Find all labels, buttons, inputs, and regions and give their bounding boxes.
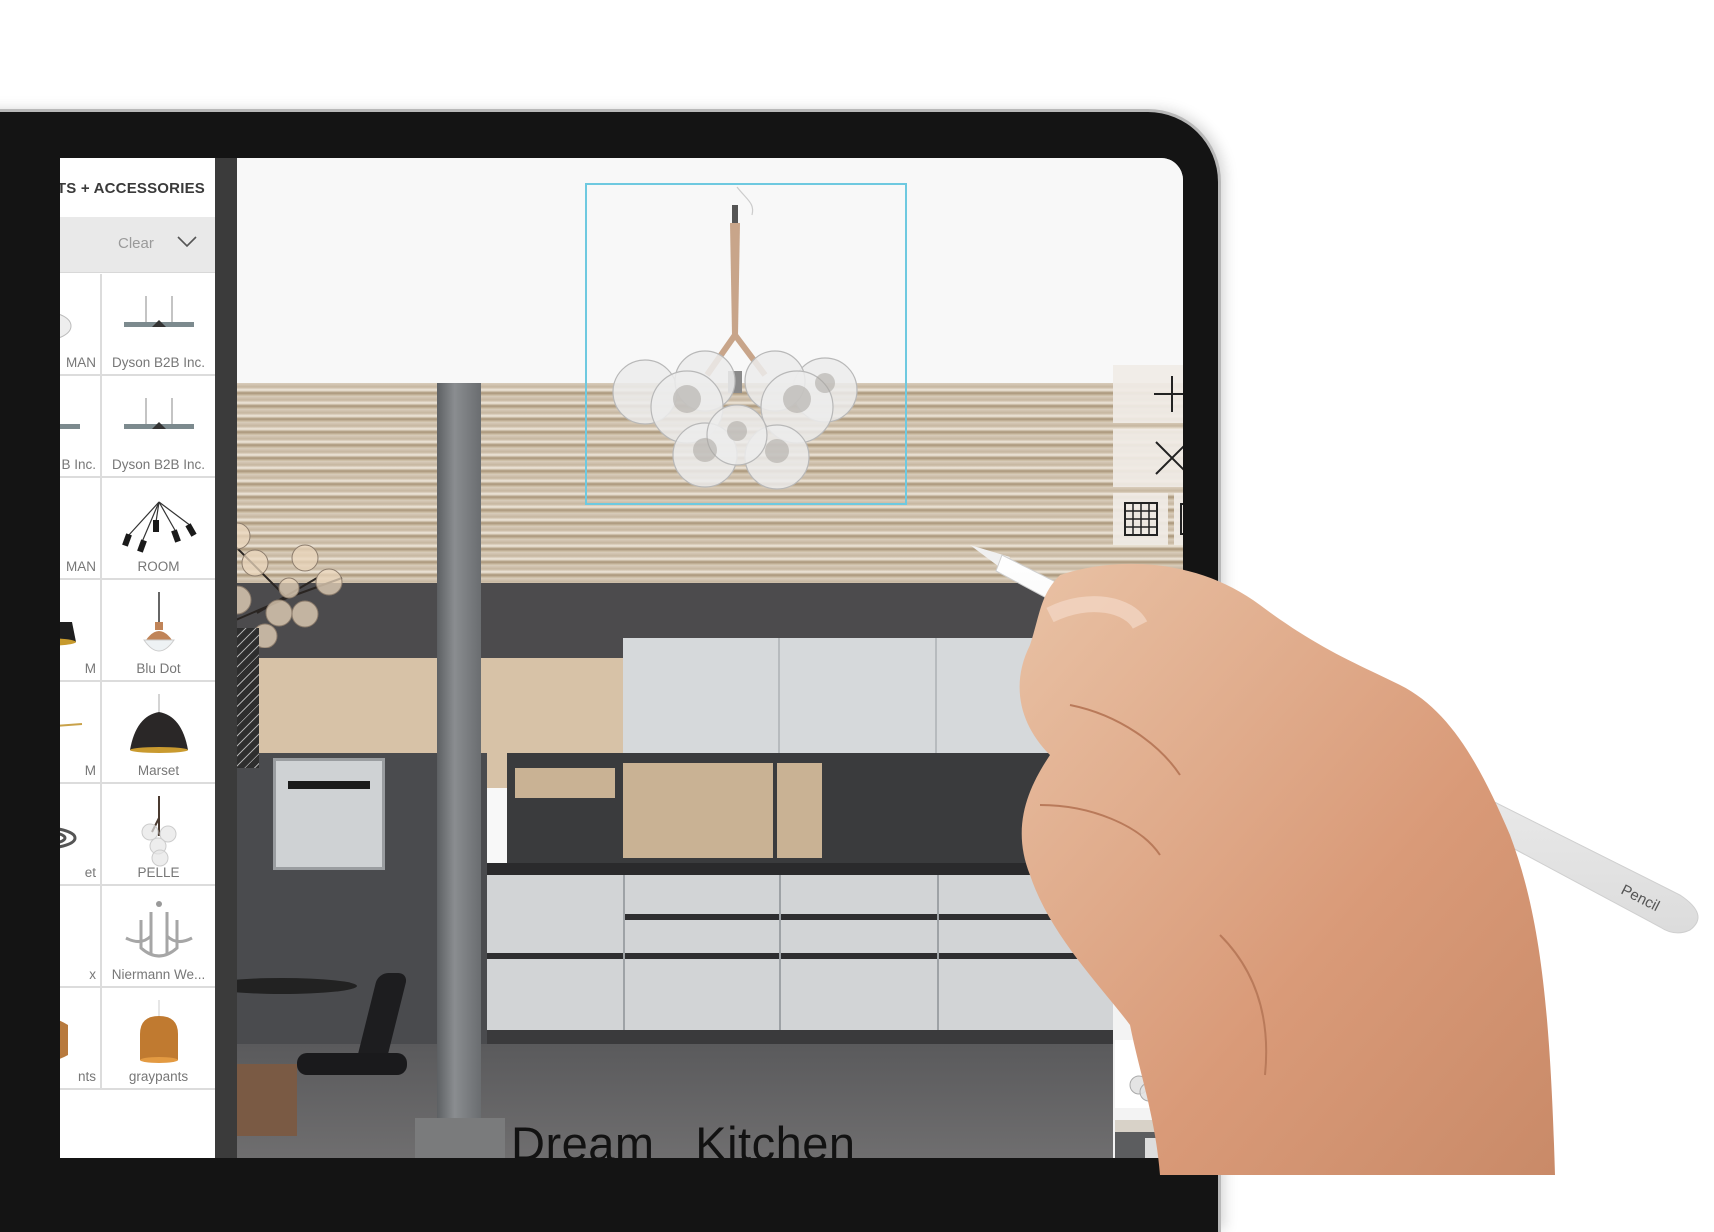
- product-thumbnail: [60, 490, 88, 562]
- product-thumbnail: [60, 424, 80, 429]
- concrete-pillar: [437, 383, 481, 1158]
- plus-icon: [1153, 376, 1183, 412]
- product-thumbnail: [123, 296, 194, 327]
- cabinet-seam: [779, 875, 781, 1030]
- product-thumbnail: [60, 898, 88, 970]
- product-card[interactable]: M: [60, 682, 102, 784]
- product-brand-label: x: [89, 967, 96, 982]
- product-sidebar: HTS + ACCESSORIES Clear MAN Dyson B2B Inc…: [60, 158, 215, 1158]
- product-brand-label: nts: [77, 1069, 96, 1084]
- product-card[interactable]: M: [60, 580, 102, 682]
- upper-cabinet: [780, 638, 937, 753]
- product-brand-label: et: [84, 865, 96, 880]
- product-thumbnail: [142, 592, 175, 652]
- oven: [273, 758, 385, 870]
- product-brand-label: B Inc.: [61, 457, 96, 472]
- product-brand-label: graypants: [128, 1069, 189, 1084]
- chair-seat: [297, 1053, 407, 1075]
- add-item-button[interactable]: [1113, 365, 1183, 423]
- add-background-image-button[interactable]: [1174, 493, 1183, 545]
- leather-pouf: [237, 1064, 297, 1136]
- app-screen: HTS + ACCESSORIES Clear MAN Dyson B2B Inc…: [60, 158, 1183, 1158]
- sidebar-divider: [215, 158, 237, 1158]
- drawer-gap: [623, 914, 1183, 920]
- board-title[interactable]: Dream Kitchen: [511, 1116, 856, 1158]
- board-title-word: Dream: [511, 1117, 655, 1158]
- board-title-word: Kitchen: [695, 1117, 856, 1158]
- grid-toggle-button[interactable]: [1113, 493, 1168, 545]
- shelf-compartment: [623, 763, 773, 858]
- pencil-brand-label: Pencil: [1618, 881, 1662, 915]
- product-brand-label: M: [84, 763, 96, 778]
- category-title: HTS + ACCESSORIES: [60, 180, 205, 197]
- product-card[interactable]: Dyson B2B Inc.: [102, 274, 215, 376]
- product-brand-label: Blu Dot: [136, 661, 181, 676]
- product-thumbnail: [60, 1020, 68, 1059]
- shelf-compartment: [777, 763, 822, 858]
- product-thumbnail: [124, 901, 193, 958]
- design-canvas[interactable]: Dream Kitchen: [237, 158, 1183, 1158]
- image-icon: [1180, 503, 1183, 535]
- product-card[interactable]: nts: [60, 988, 102, 1090]
- product-brand-label: Marset: [137, 763, 180, 778]
- layer-thumbnail: [1129, 1045, 1179, 1102]
- product-thumbnail: [123, 398, 194, 429]
- product-thumbnail: [60, 314, 72, 338]
- product-card[interactable]: Marset: [102, 682, 215, 784]
- selected-item-bounding-box[interactable]: [585, 183, 907, 505]
- product-thumbnail: [129, 694, 188, 753]
- product-card[interactable]: Dyson B2B Inc.: [102, 376, 215, 478]
- product-brand-label: Dyson B2B Inc.: [111, 355, 206, 370]
- product-card[interactable]: B Inc.: [60, 376, 102, 478]
- product-card[interactable]: MAN: [60, 274, 102, 376]
- product-card[interactable]: Blu Dot: [102, 580, 215, 682]
- product-card[interactable]: Niermann We...: [102, 886, 215, 988]
- layer-item-background[interactable]: [1115, 1120, 1183, 1158]
- bubble-chandelier-image[interactable]: [587, 185, 905, 503]
- product-brand-label: MAN: [66, 559, 96, 574]
- clear-filter-button[interactable]: Clear: [118, 235, 154, 252]
- product-thumbnail: [60, 827, 77, 849]
- grid-icon: [1123, 502, 1158, 536]
- countertop: [487, 863, 1183, 875]
- sidebar-header: HTS + ACCESSORIES: [60, 158, 215, 216]
- product-card[interactable]: x: [60, 886, 102, 988]
- product-brand-label: ROOM: [137, 559, 180, 574]
- cabinet-seam: [937, 875, 939, 1030]
- chevron-down-icon[interactable]: [176, 233, 198, 249]
- upper-cabinet: [623, 638, 780, 753]
- layers-panel: [1113, 758, 1183, 1158]
- cabinet-plinth: [487, 1030, 1183, 1044]
- delete-item-button[interactable]: [1113, 429, 1183, 487]
- product-thumbnail: [121, 501, 197, 553]
- shelf-compartment: [515, 768, 615, 798]
- product-brand-label: Dyson B2B Inc.: [111, 457, 206, 472]
- upper-cabinet: [937, 638, 1183, 753]
- product-thumbnail: [60, 622, 76, 646]
- product-brand-label: Niermann We...: [111, 967, 206, 982]
- product-card[interactable]: graypants: [102, 988, 215, 1090]
- product-brand-label: MAN: [66, 355, 96, 370]
- pillar-base: [415, 1118, 505, 1158]
- product-card[interactable]: ROOM: [102, 478, 215, 580]
- close-icon: [1154, 441, 1183, 475]
- layer-item-chandelier[interactable]: [1115, 1040, 1183, 1108]
- sidebar-resize-handle[interactable]: [237, 628, 259, 768]
- product-thumbnail: [139, 1000, 178, 1063]
- product-brand-label: M: [84, 661, 96, 676]
- drawer-gap: [487, 953, 1183, 959]
- product-thumbnail: [60, 723, 83, 727]
- filter-bar: Clear: [60, 217, 215, 273]
- product-card[interactable]: et: [60, 784, 102, 886]
- product-card[interactable]: MAN: [60, 478, 102, 580]
- cabinet-seam: [623, 875, 625, 1030]
- product-card[interactable]: PELLE: [102, 784, 215, 886]
- product-thumbnail: [141, 796, 176, 867]
- product-brand-label: PELLE: [137, 865, 180, 880]
